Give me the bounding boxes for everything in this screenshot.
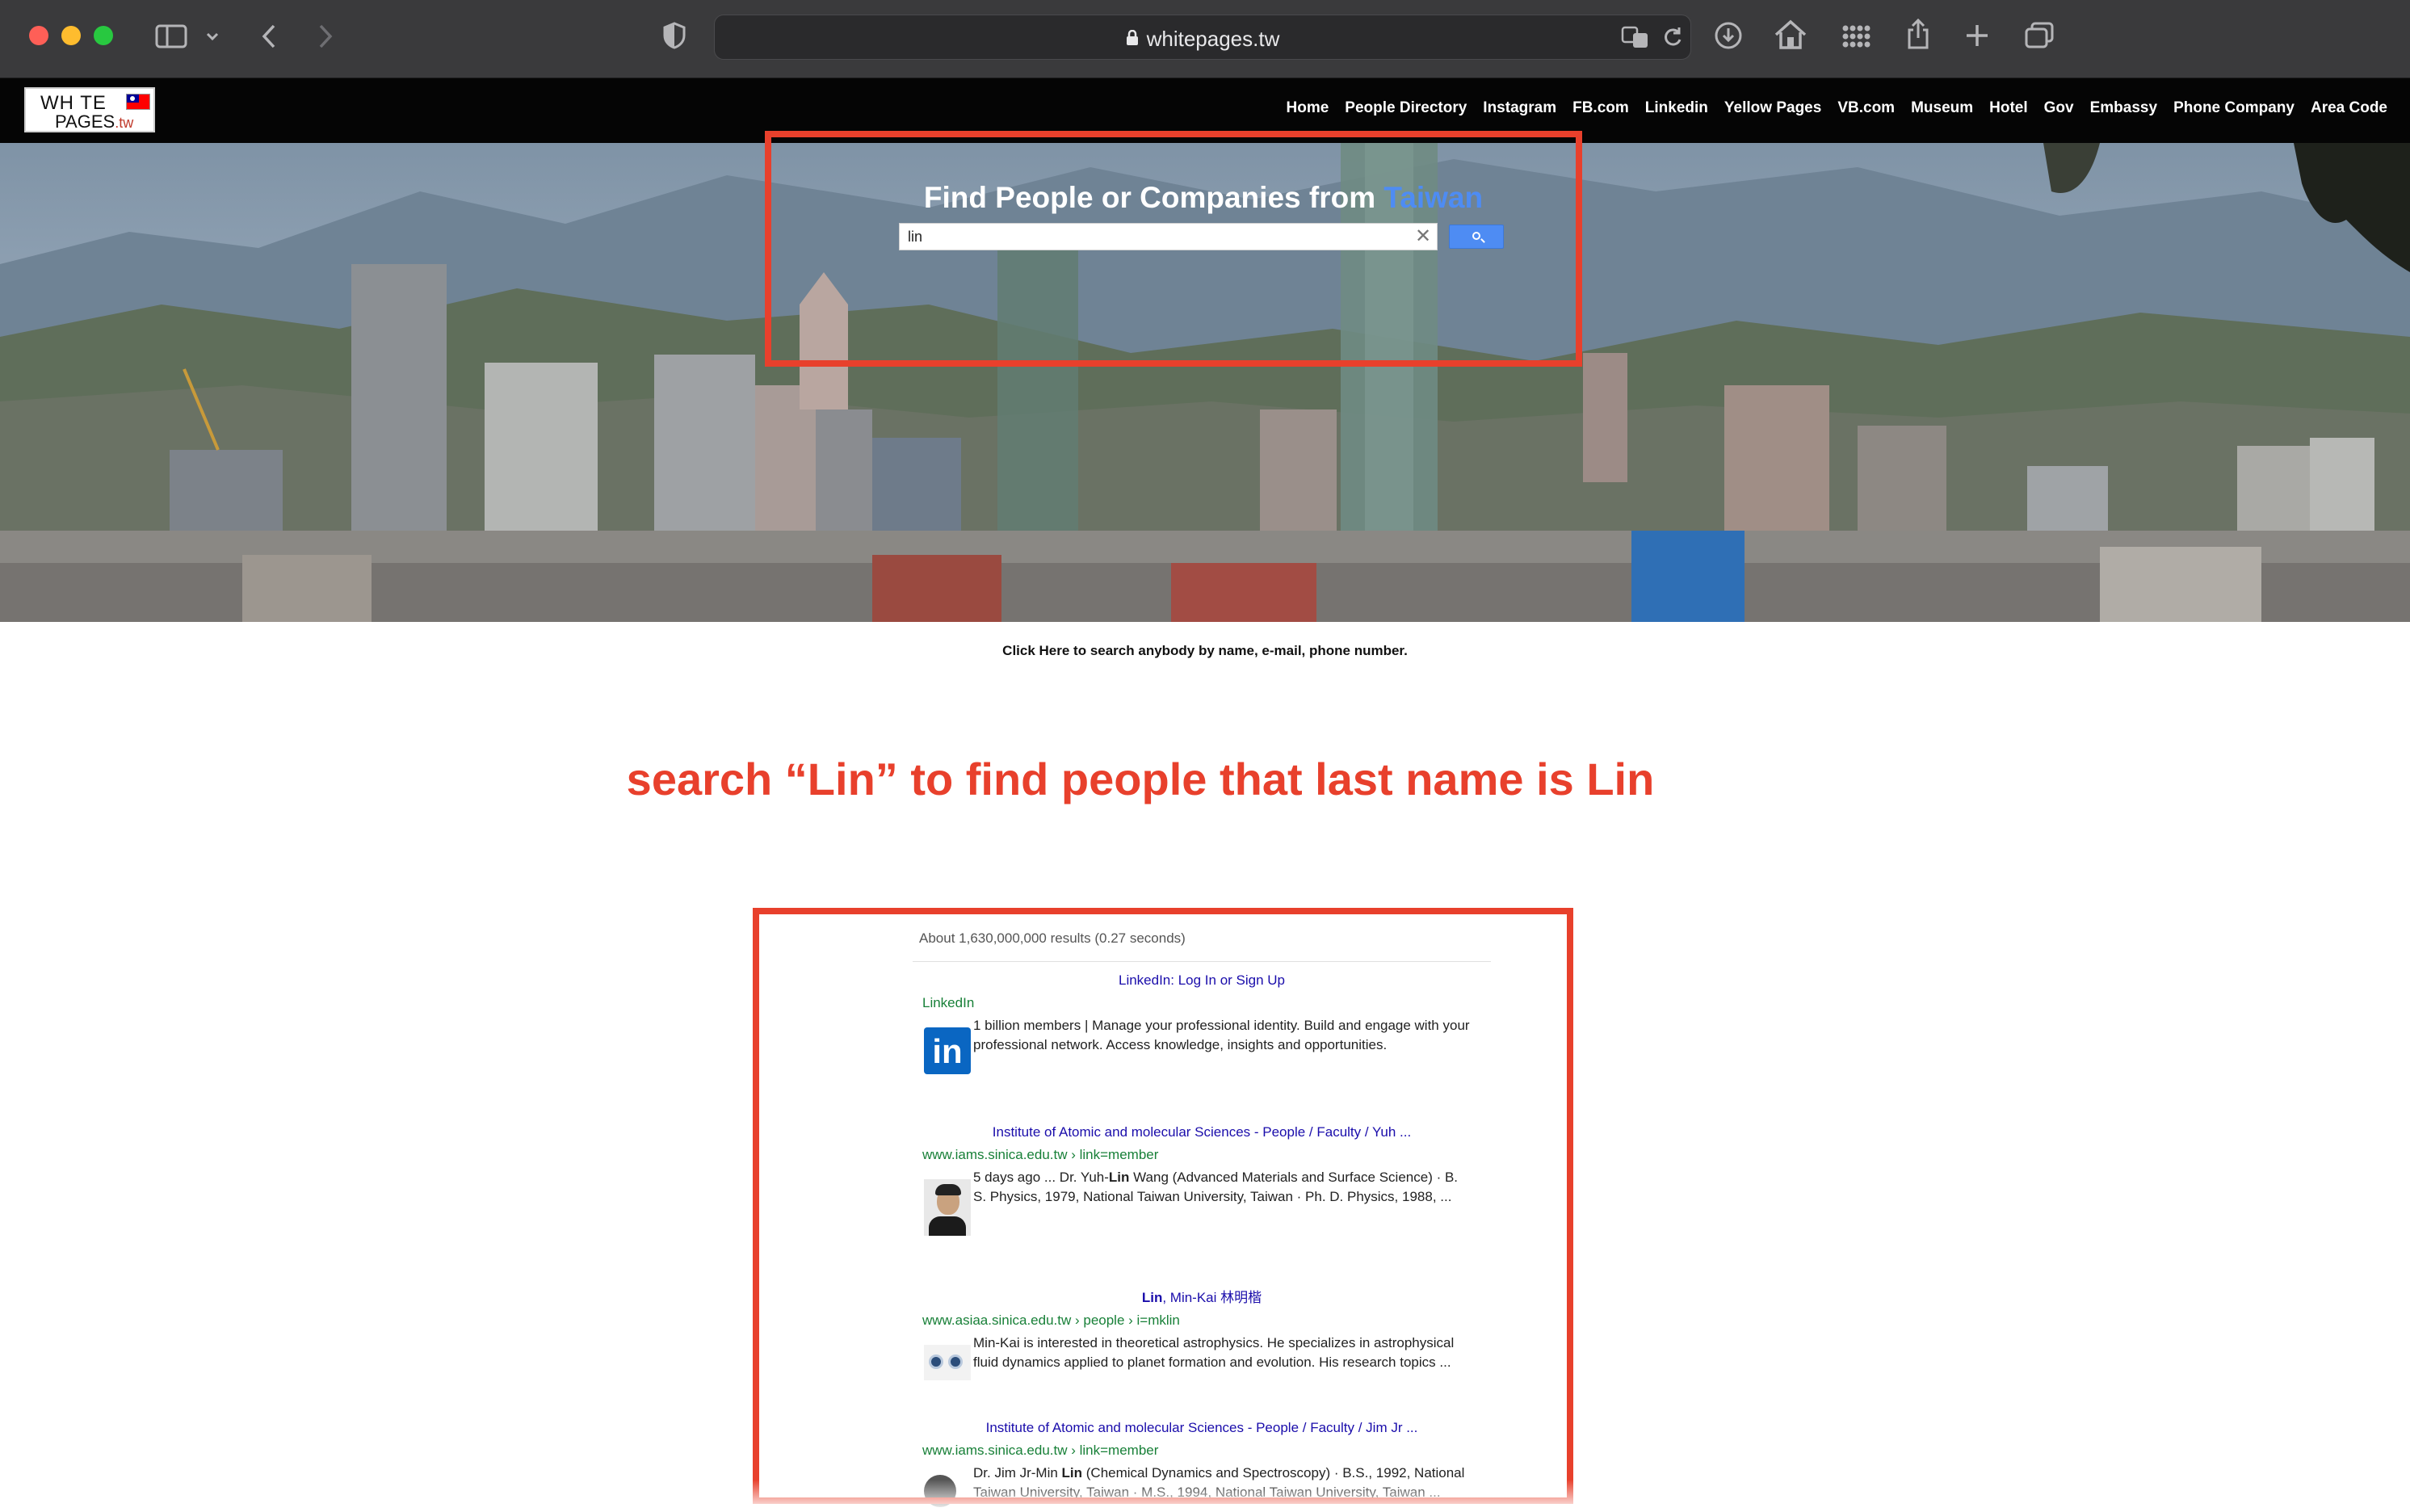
nav-vb[interactable]: VB.com [1837,99,1895,117]
minimize-window-button[interactable] [61,26,81,45]
annotation-box-results [753,908,1573,1504]
search-anybody-link[interactable]: Click Here to search anybody by name, e-… [0,643,2410,659]
new-tab-icon[interactable] [1964,23,1990,48]
taiwan-flag-icon [126,94,150,110]
nav-people-directory[interactable]: People Directory [1345,99,1467,117]
nav-fb[interactable]: FB.com [1572,99,1629,117]
nav-gov[interactable]: Gov [2044,99,2074,117]
reload-icon[interactable] [1661,25,1684,49]
nav-embassy[interactable]: Embassy [2090,99,2157,117]
share-icon[interactable] [1906,18,1930,50]
chevron-down-icon[interactable] [205,31,220,42]
nav-hotel[interactable]: Hotel [1989,99,2028,117]
zoom-window-button[interactable] [94,26,113,45]
nav-museum[interactable]: Museum [1911,99,1973,117]
lock-icon [1126,27,1139,52]
site-logo[interactable]: WH TE PAGES.tw [24,87,155,132]
main-nav: Home People Directory Instagram FB.com L… [1287,99,2388,117]
translate-icon[interactable] [1621,25,1650,49]
page: whitepages.tw WH TE PAGES.tw Home People… [0,0,2410,1512]
sidebar-icon[interactable] [155,24,187,48]
nav-phone-company[interactable]: Phone Company [2173,99,2295,117]
annotation-caption: search “Lin” to find people that last na… [626,754,1655,804]
back-icon[interactable] [260,23,278,50]
url-text: whitepages.tw [1146,27,1280,51]
home-icon[interactable] [1774,19,1808,50]
privacy-shield-icon[interactable] [662,21,686,50]
nav-yellow-pages[interactable]: Yellow Pages [1724,99,1821,117]
browser-toolbar: whitepages.tw [0,0,2410,78]
nav-area-code[interactable]: Area Code [2311,99,2387,117]
tab-overview-icon[interactable] [2024,21,2055,50]
close-window-button[interactable] [29,26,48,45]
forward-icon[interactable] [317,23,334,50]
download-icon[interactable] [1714,21,1743,50]
annotation-box-search [765,131,1582,367]
nav-instagram[interactable]: Instagram [1483,99,1556,117]
grid-icon[interactable] [1841,24,1870,48]
bottom-fade [0,1480,2410,1512]
nav-linkedin[interactable]: Linkedin [1645,99,1708,117]
address-bar[interactable]: whitepages.tw [714,15,1691,60]
nav-home[interactable]: Home [1287,99,1329,117]
